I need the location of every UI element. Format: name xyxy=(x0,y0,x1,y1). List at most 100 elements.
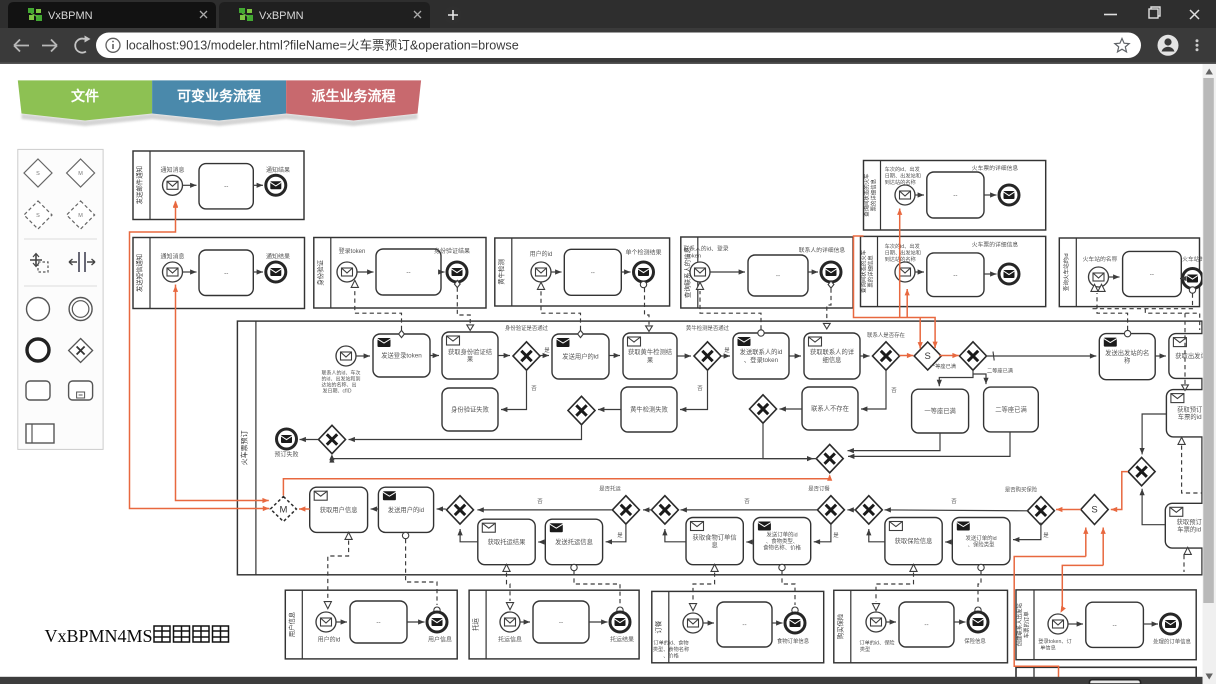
svg-text:联系人的id、登录: 联系人的id、登录 xyxy=(683,245,728,253)
svg-text:车次的id、出发: 车次的id、出发 xyxy=(885,242,920,250)
svg-text:是: 是 xyxy=(833,532,839,539)
svg-text:黄牛检测: 黄牛检测 xyxy=(496,259,505,285)
svg-text:、保险类型: 、保险类型 xyxy=(968,540,996,548)
svg-text:获取托运结果: 获取托运结果 xyxy=(488,537,526,546)
svg-text:是否购买保险: 是否购买保险 xyxy=(1005,486,1038,494)
svg-text:否: 否 xyxy=(744,498,750,505)
svg-text:身份验证结果: 身份验证结果 xyxy=(434,247,470,255)
svg-text:身份验证失败: 身份验证失败 xyxy=(451,405,489,414)
svg-text:否: 否 xyxy=(891,387,897,394)
svg-text:--: -- xyxy=(406,269,410,276)
svg-text:查询火车站的id: 查询火车站的id xyxy=(1062,253,1070,291)
svg-text:票的详细信息: 票的详细信息 xyxy=(867,255,875,288)
svg-text:token: token xyxy=(687,254,701,260)
svg-text:发送用户的id: 发送用户的id xyxy=(388,505,425,514)
svg-text:--: -- xyxy=(953,272,957,279)
svg-text:黄牛检测是否通过: 黄牛检测是否通过 xyxy=(686,324,730,332)
svg-text:火车站的名称: 火车站的名称 xyxy=(1083,255,1118,263)
svg-text:车票的id: 车票的id xyxy=(1178,412,1202,421)
svg-text:用户信息: 用户信息 xyxy=(287,611,296,637)
svg-text:--: -- xyxy=(953,192,957,199)
svg-text:车次的id、出发: 车次的id、出发 xyxy=(885,165,920,173)
svg-text:身份验证: 身份验证 xyxy=(315,259,324,285)
svg-text:查询间状态的火车: 查询间状态的火车 xyxy=(859,249,867,293)
svg-text:黄牛检测失败: 黄牛检测失败 xyxy=(630,405,668,414)
svg-text:通知消息: 通知消息 xyxy=(160,253,184,261)
svg-text:--: -- xyxy=(1112,622,1116,629)
svg-text:通知消息: 通知消息 xyxy=(160,166,184,174)
svg-text:是: 是 xyxy=(617,532,623,539)
svg-text:单个检测结果: 单个检测结果 xyxy=(625,249,661,257)
svg-text:车票的订单: 车票的订单 xyxy=(1023,611,1031,639)
svg-text:果: 果 xyxy=(467,355,474,363)
svg-text:发送托运信息: 发送托运信息 xyxy=(555,537,593,546)
svg-text:登录token: 登录token xyxy=(339,247,366,255)
svg-text:发送登录token: 发送登录token xyxy=(381,351,422,360)
svg-text:用户的id: 用户的id xyxy=(318,636,341,644)
svg-text:--: -- xyxy=(742,622,746,629)
svg-text:联系人是否存在: 联系人是否存在 xyxy=(867,331,905,339)
svg-text:火车票预订: 火车票预订 xyxy=(240,430,249,465)
svg-text:二等座已满: 二等座已满 xyxy=(995,405,1026,414)
svg-text:、登录token: 、登录token xyxy=(744,355,779,364)
svg-text:保险信息: 保险信息 xyxy=(964,637,986,645)
svg-text:发日期、cfID: 发日期、cfID xyxy=(323,388,352,395)
svg-text:发送用户的id: 发送用户的id xyxy=(562,352,599,361)
svg-text:可变业务流程: 可变业务流程 xyxy=(177,88,261,104)
svg-text:获取预订: 获取预订 xyxy=(1177,405,1203,414)
svg-text:通知结果: 通知结果 xyxy=(266,166,290,174)
svg-text:--: -- xyxy=(924,622,928,629)
svg-text:联系人不存在: 联系人不存在 xyxy=(811,404,849,413)
svg-text:是否订餐: 是否订餐 xyxy=(808,485,830,493)
svg-text:获取黄牛检测结: 获取黄牛检测结 xyxy=(628,347,672,356)
svg-text:用户的id: 用户的id xyxy=(530,250,553,258)
svg-text:单信息: 单信息 xyxy=(1040,644,1056,652)
svg-text:--: -- xyxy=(776,273,780,280)
svg-text:获取联系人的详: 获取联系人的详 xyxy=(810,347,854,356)
svg-text:日期、出发站和: 日期、出发站和 xyxy=(885,172,921,180)
svg-text:发送联系人的id: 发送联系人的id xyxy=(740,347,783,356)
svg-text:S: S xyxy=(36,171,40,177)
svg-text:用户信息: 用户信息 xyxy=(428,636,452,644)
svg-text:发送短信通知: 发送短信通知 xyxy=(135,254,144,292)
svg-text:一等座已满: 一等座已满 xyxy=(924,406,955,415)
svg-text:、食物类型、: 、食物类型、 xyxy=(766,537,798,545)
svg-text:火车票的详细信息: 火车票的详细信息 xyxy=(972,241,1019,249)
svg-text:获取保险信息: 获取保险信息 xyxy=(895,536,933,545)
svg-text:日期、出发站和: 日期、出发站和 xyxy=(885,249,921,257)
svg-text:食物名称、价格: 食物名称、价格 xyxy=(763,544,801,552)
svg-text:M: M xyxy=(78,171,83,177)
svg-text:是: 是 xyxy=(544,347,550,354)
svg-text:托运: 托运 xyxy=(471,618,480,631)
svg-text:派生业务流程: 派生业务流程 xyxy=(312,88,396,104)
svg-text:发送邮件通知: 发送邮件通知 xyxy=(135,166,144,204)
svg-text:M: M xyxy=(78,213,83,219)
svg-text:预订失败: 预订失败 xyxy=(274,451,298,459)
svg-text:果: 果 xyxy=(647,356,654,364)
svg-text:联系人的详细信息: 联系人的详细信息 xyxy=(799,246,846,254)
svg-text:联系人的id、车次: 联系人的id、车次 xyxy=(322,370,361,377)
svg-text:发送订单的id: 发送订单的id xyxy=(766,531,797,539)
svg-text:类型、食物名称: 类型、食物名称 xyxy=(653,645,689,653)
svg-text:、价格: 、价格 xyxy=(663,652,679,660)
svg-text:S: S xyxy=(1091,505,1097,516)
svg-text:VxBPMN: VxBPMN xyxy=(48,10,93,22)
svg-text:是: 是 xyxy=(724,347,730,354)
svg-text:一等座已满: 一等座已满 xyxy=(930,362,956,370)
svg-text:否: 否 xyxy=(697,385,703,392)
svg-text:--: -- xyxy=(1150,271,1154,278)
svg-text:是: 是 xyxy=(1043,532,1049,539)
svg-text:M: M xyxy=(279,504,287,515)
svg-text:达站的名称、出: 达站的名称、出 xyxy=(321,382,356,389)
svg-text:托运结果: 托运结果 xyxy=(610,636,634,644)
svg-text:--: -- xyxy=(224,270,228,277)
svg-text:获取食物订单信: 获取食物订单信 xyxy=(693,532,737,541)
svg-text:--: -- xyxy=(224,183,228,190)
svg-text:订单的id、食物: 订单的id、食物 xyxy=(653,639,688,647)
svg-text:的id、出发站和到: 的id、出发站和到 xyxy=(322,376,361,383)
svg-text:食物订单信息: 食物订单信息 xyxy=(777,637,810,645)
svg-text:订餐: 订餐 xyxy=(653,620,662,633)
svg-text:获取身份验证结: 获取身份验证结 xyxy=(448,347,492,356)
svg-text:获取用户信息: 获取用户信息 xyxy=(320,505,358,514)
svg-text:到达站的名称: 到达站的名称 xyxy=(885,178,916,186)
